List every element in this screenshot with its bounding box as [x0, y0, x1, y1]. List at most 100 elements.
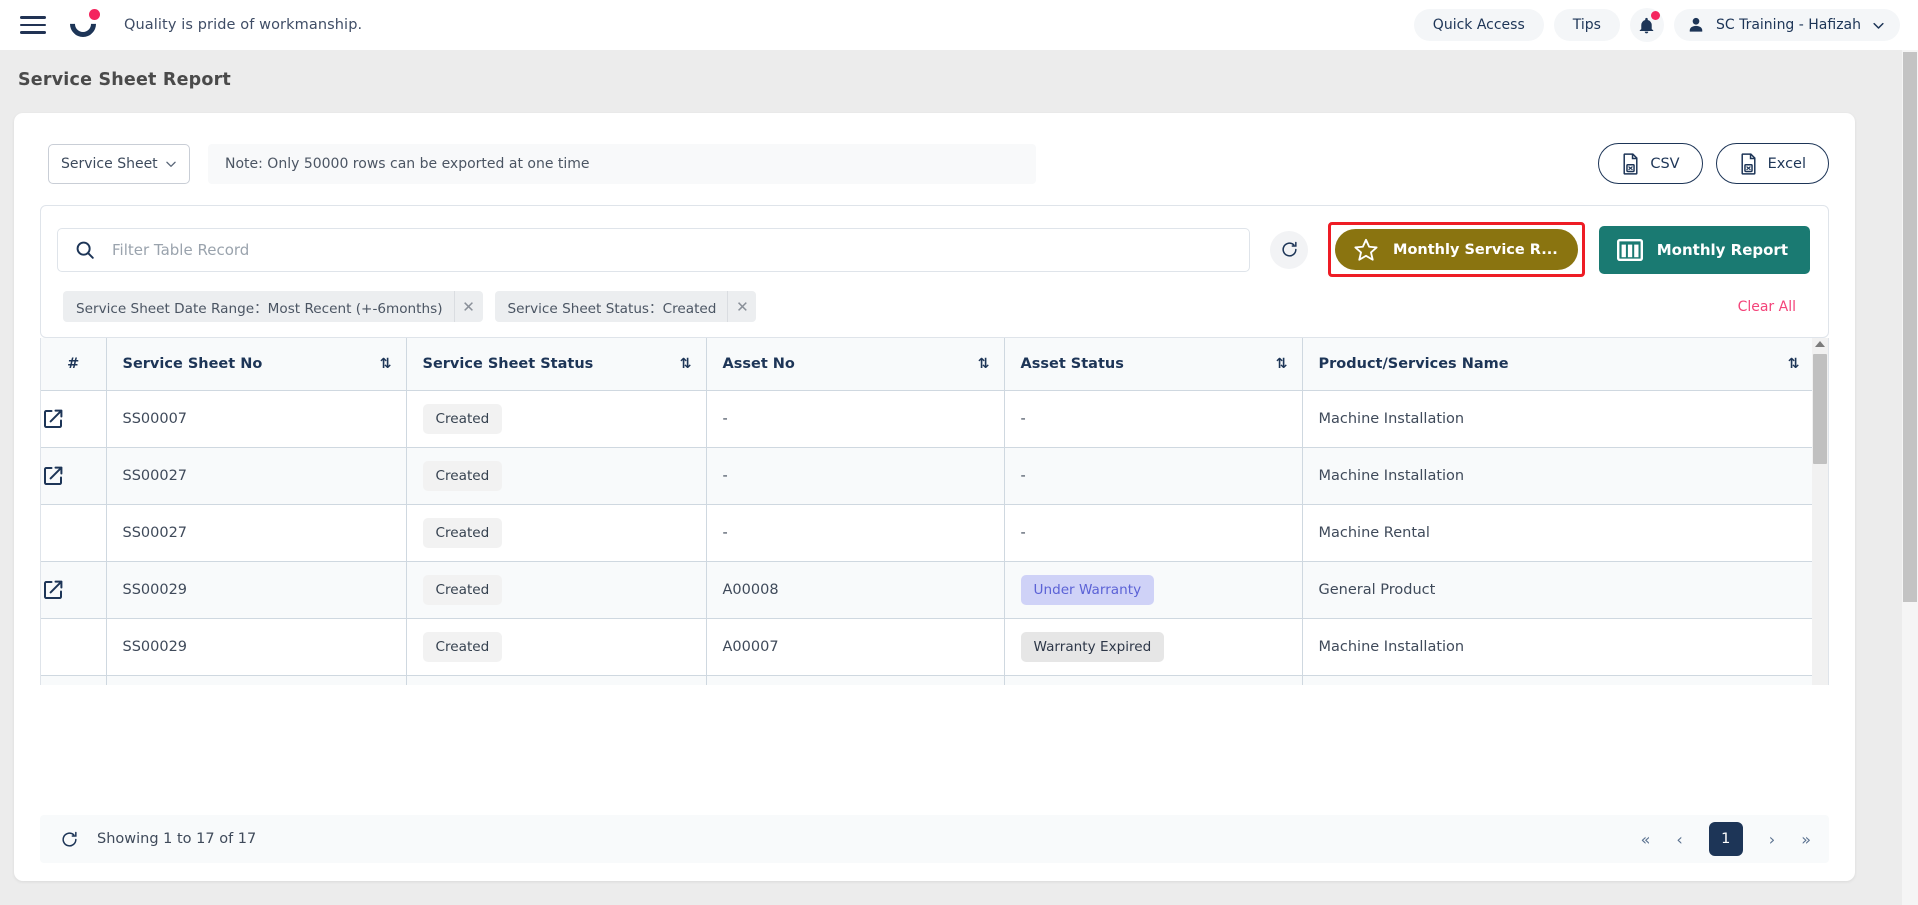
hamburger-icon[interactable] — [16, 12, 50, 38]
brand-logo-icon[interactable] — [64, 5, 102, 43]
filter-chip[interactable]: Service Sheet Date Range：Most Recent (+-… — [63, 291, 483, 322]
cell-product-services-name: Machine Installation — [1302, 447, 1815, 505]
row-open-cell[interactable] — [41, 447, 107, 505]
logo-dot — [89, 9, 100, 20]
cell-service-sheet-status: Created — [406, 561, 707, 619]
filter-toolbar: Monthly Service R... Monthly Report S — [40, 205, 1829, 338]
external-link-icon[interactable] — [41, 578, 65, 602]
refresh-icon — [1281, 241, 1297, 257]
hamburger-line — [20, 23, 46, 27]
table-row[interactable]: SS00030CreatedA00008Under WarrantyGenera… — [41, 675, 1815, 685]
report-card: Service Sheet Note: Only 50000 rows can … — [14, 113, 1855, 881]
row-open-cell[interactable] — [41, 561, 107, 619]
filter-chip-label: Service Sheet Status：Created — [507, 300, 717, 317]
cell-service-sheet-no: SS00027 — [106, 504, 407, 562]
scroll-up-arrow-icon[interactable] — [1815, 341, 1825, 347]
clear-all-filters-button[interactable]: Clear All — [1738, 299, 1808, 315]
hamburger-line — [20, 16, 46, 19]
monthly-report-button[interactable]: Monthly Report — [1598, 225, 1810, 274]
pagination-page-1[interactable]: 1 — [1708, 822, 1743, 856]
user-menu-button[interactable]: SC Training - Hafizah — [1673, 9, 1900, 41]
cell-product-services-name: Machine Rental — [1302, 504, 1815, 562]
external-link-icon[interactable] — [41, 464, 65, 488]
top-navigation-bar: Quality is pride of workmanship. Quick A… — [0, 0, 1918, 50]
table-refresh-button[interactable] — [1270, 230, 1309, 269]
cell-service-sheet-no: SS00029 — [106, 618, 407, 676]
column-header-service-sheet-status[interactable]: Service Sheet Status ⇅ — [406, 338, 707, 391]
cell-service-sheet-no: SS00029 — [106, 561, 407, 619]
search-input[interactable] — [112, 240, 1193, 259]
cell-asset-no: - — [706, 447, 1005, 505]
sort-updown-icon[interactable]: ⇅ — [680, 356, 692, 372]
close-icon[interactable]: ✕ — [453, 291, 483, 322]
status-badge: Created — [422, 403, 503, 434]
pagination-first-button[interactable]: « — [1641, 830, 1651, 849]
cell-service-sheet-status: Created — [406, 618, 707, 676]
asset-status-badge: Warranty Expired — [1020, 631, 1165, 662]
cell-asset-status: - — [1004, 504, 1303, 562]
close-icon[interactable]: ✕ — [727, 291, 756, 322]
status-badge: Created — [422, 517, 503, 548]
export-csv-button[interactable]: CSV — [1598, 143, 1703, 184]
export-source-select[interactable]: Service Sheet — [48, 143, 190, 184]
table-header: # Service Sheet No ⇅ Service Sheet Statu… — [41, 338, 1815, 391]
column-header-asset-no[interactable]: Asset No ⇅ — [706, 338, 1005, 391]
filter-chip[interactable]: Service Sheet Status：Created ✕ — [494, 291, 757, 322]
cell-asset-status: Under Warranty — [1004, 675, 1303, 685]
search-row: Monthly Service R... Monthly Report — [41, 206, 1828, 291]
column-header-label: Asset No — [722, 355, 795, 372]
cell-service-sheet-no: SS00027 — [106, 447, 407, 505]
tips-button[interactable]: Tips — [1553, 9, 1620, 41]
table-header-row: # Service Sheet No ⇅ Service Sheet Statu… — [41, 338, 1815, 391]
external-link-icon[interactable] — [41, 407, 65, 431]
export-buttons: CSV Excel — [1598, 143, 1829, 184]
page-vertical-scrollbar[interactable] — [1902, 50, 1918, 905]
table-row[interactable]: SS00027 Created - - Machine Installation — [41, 447, 1815, 505]
cell-asset-status: Under Warranty — [1004, 561, 1303, 619]
column-header-label: Service Sheet Status — [422, 355, 594, 372]
cell-asset-status: - — [1004, 390, 1303, 448]
row-open-cell[interactable] — [41, 675, 107, 685]
export-excel-label: Excel — [1767, 155, 1806, 172]
notifications-button[interactable] — [1629, 8, 1664, 42]
row-open-cell[interactable] — [41, 390, 107, 448]
column-header-index: # — [41, 338, 107, 391]
sort-updown-icon[interactable]: ⇅ — [1276, 356, 1288, 372]
user-name-label: SC Training - Hafizah — [1715, 17, 1861, 33]
table-row[interactable]: SS00029 Created A00007 Warranty Expired Mach… — [41, 618, 1815, 676]
table-row[interactable]: SS00029 Created A00008 Under Warranty Genera… — [41, 561, 1815, 619]
hamburger-line — [20, 31, 46, 34]
pagination-next-button[interactable]: › — [1769, 830, 1775, 849]
filter-chip-label: Service Sheet Date Range：Most Recent (+-… — [76, 300, 443, 317]
data-table-scroll-area: # Service Sheet No ⇅ Service Sheet Statu… — [40, 338, 1829, 685]
table-vertical-scrollbar[interactable] — [1812, 338, 1828, 685]
quick-access-button[interactable]: Quick Access — [1413, 9, 1544, 41]
column-header-asset-status[interactable]: Asset Status ⇅ — [1004, 338, 1303, 391]
refresh-icon[interactable] — [60, 830, 79, 849]
pagination: « ‹ 1 › » — [1641, 822, 1811, 856]
cell-product-services-name: General Product — [1302, 675, 1815, 685]
pagination-prev-button[interactable]: ‹ — [1676, 830, 1682, 849]
table-row[interactable]: SS00007 Created - - Machine Installation — [41, 390, 1815, 448]
table-row[interactable]: SS00027 Created - - Machine Rental — [41, 504, 1815, 562]
app-root: Quality is pride of workmanship. Quick A… — [0, 0, 1918, 905]
row-open-cell — [41, 504, 107, 562]
sort-updown-icon[interactable]: ⇅ — [978, 356, 990, 372]
file-excel-icon — [1741, 152, 1756, 175]
scrollbar-thumb[interactable] — [1903, 52, 1917, 602]
cell-service-sheet-no: SS00007 — [106, 390, 407, 448]
pagination-last-button[interactable]: » — [1801, 830, 1811, 849]
sort-updown-icon[interactable]: ⇅ — [380, 356, 392, 372]
showing-records-label: Showing 1 to 17 of 17 — [97, 831, 257, 847]
monthly-service-report-button[interactable]: Monthly Service R... — [1335, 229, 1578, 270]
search-field-wrapper[interactable] — [57, 227, 1251, 272]
row-open-cell — [41, 618, 107, 676]
table-body: SS00007 Created - - Machine Installation SS00… — [41, 390, 1815, 685]
column-header-service-sheet-no[interactable]: Service Sheet No ⇅ — [106, 338, 407, 391]
sort-updown-icon[interactable]: ⇅ — [1788, 356, 1800, 372]
column-header-product-services-name[interactable]: Product/Services Name ⇅ — [1302, 338, 1815, 391]
scrollbar-thumb[interactable] — [1813, 354, 1827, 464]
cell-service-sheet-status: Created — [406, 504, 707, 562]
export-excel-button[interactable]: Excel — [1715, 143, 1829, 184]
cell-service-sheet-status: Created — [406, 390, 707, 448]
